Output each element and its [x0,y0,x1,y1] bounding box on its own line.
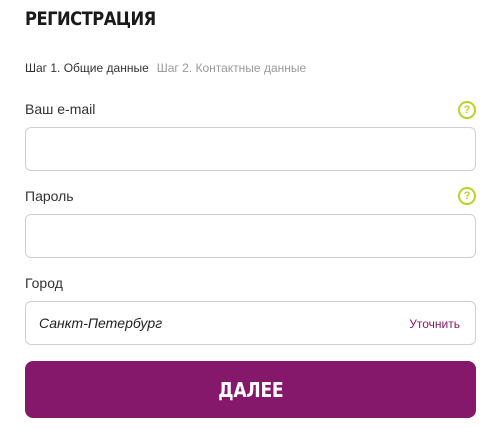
password-label: Пароль [25,188,74,204]
email-label: Ваш e-mail [25,101,96,117]
page-title: РЕГИСТРАЦИЯ [25,8,156,30]
step-2-inactive: Шаг 2. Контактные данные [156,61,307,75]
step-indicator: Шаг 1. Общие данные Шаг 2. Контактные дан… [25,61,306,75]
city-value: Санкт-Петербург [39,315,163,331]
next-button-label: ДАЛЕЕ [217,377,284,402]
next-button[interactable]: ДАЛЕЕ [25,361,476,418]
city-label: Город [25,275,63,291]
password-help-icon[interactable]: ? [458,187,476,205]
email-input[interactable] [25,127,476,171]
password-input[interactable] [25,214,476,258]
city-field[interactable]: Санкт-Петербург Уточнить [25,301,476,345]
step-1-active: Шаг 1. Общие данные [25,61,149,75]
city-refine-link[interactable]: Уточнить [409,302,460,346]
email-help-icon[interactable]: ? [458,101,476,119]
